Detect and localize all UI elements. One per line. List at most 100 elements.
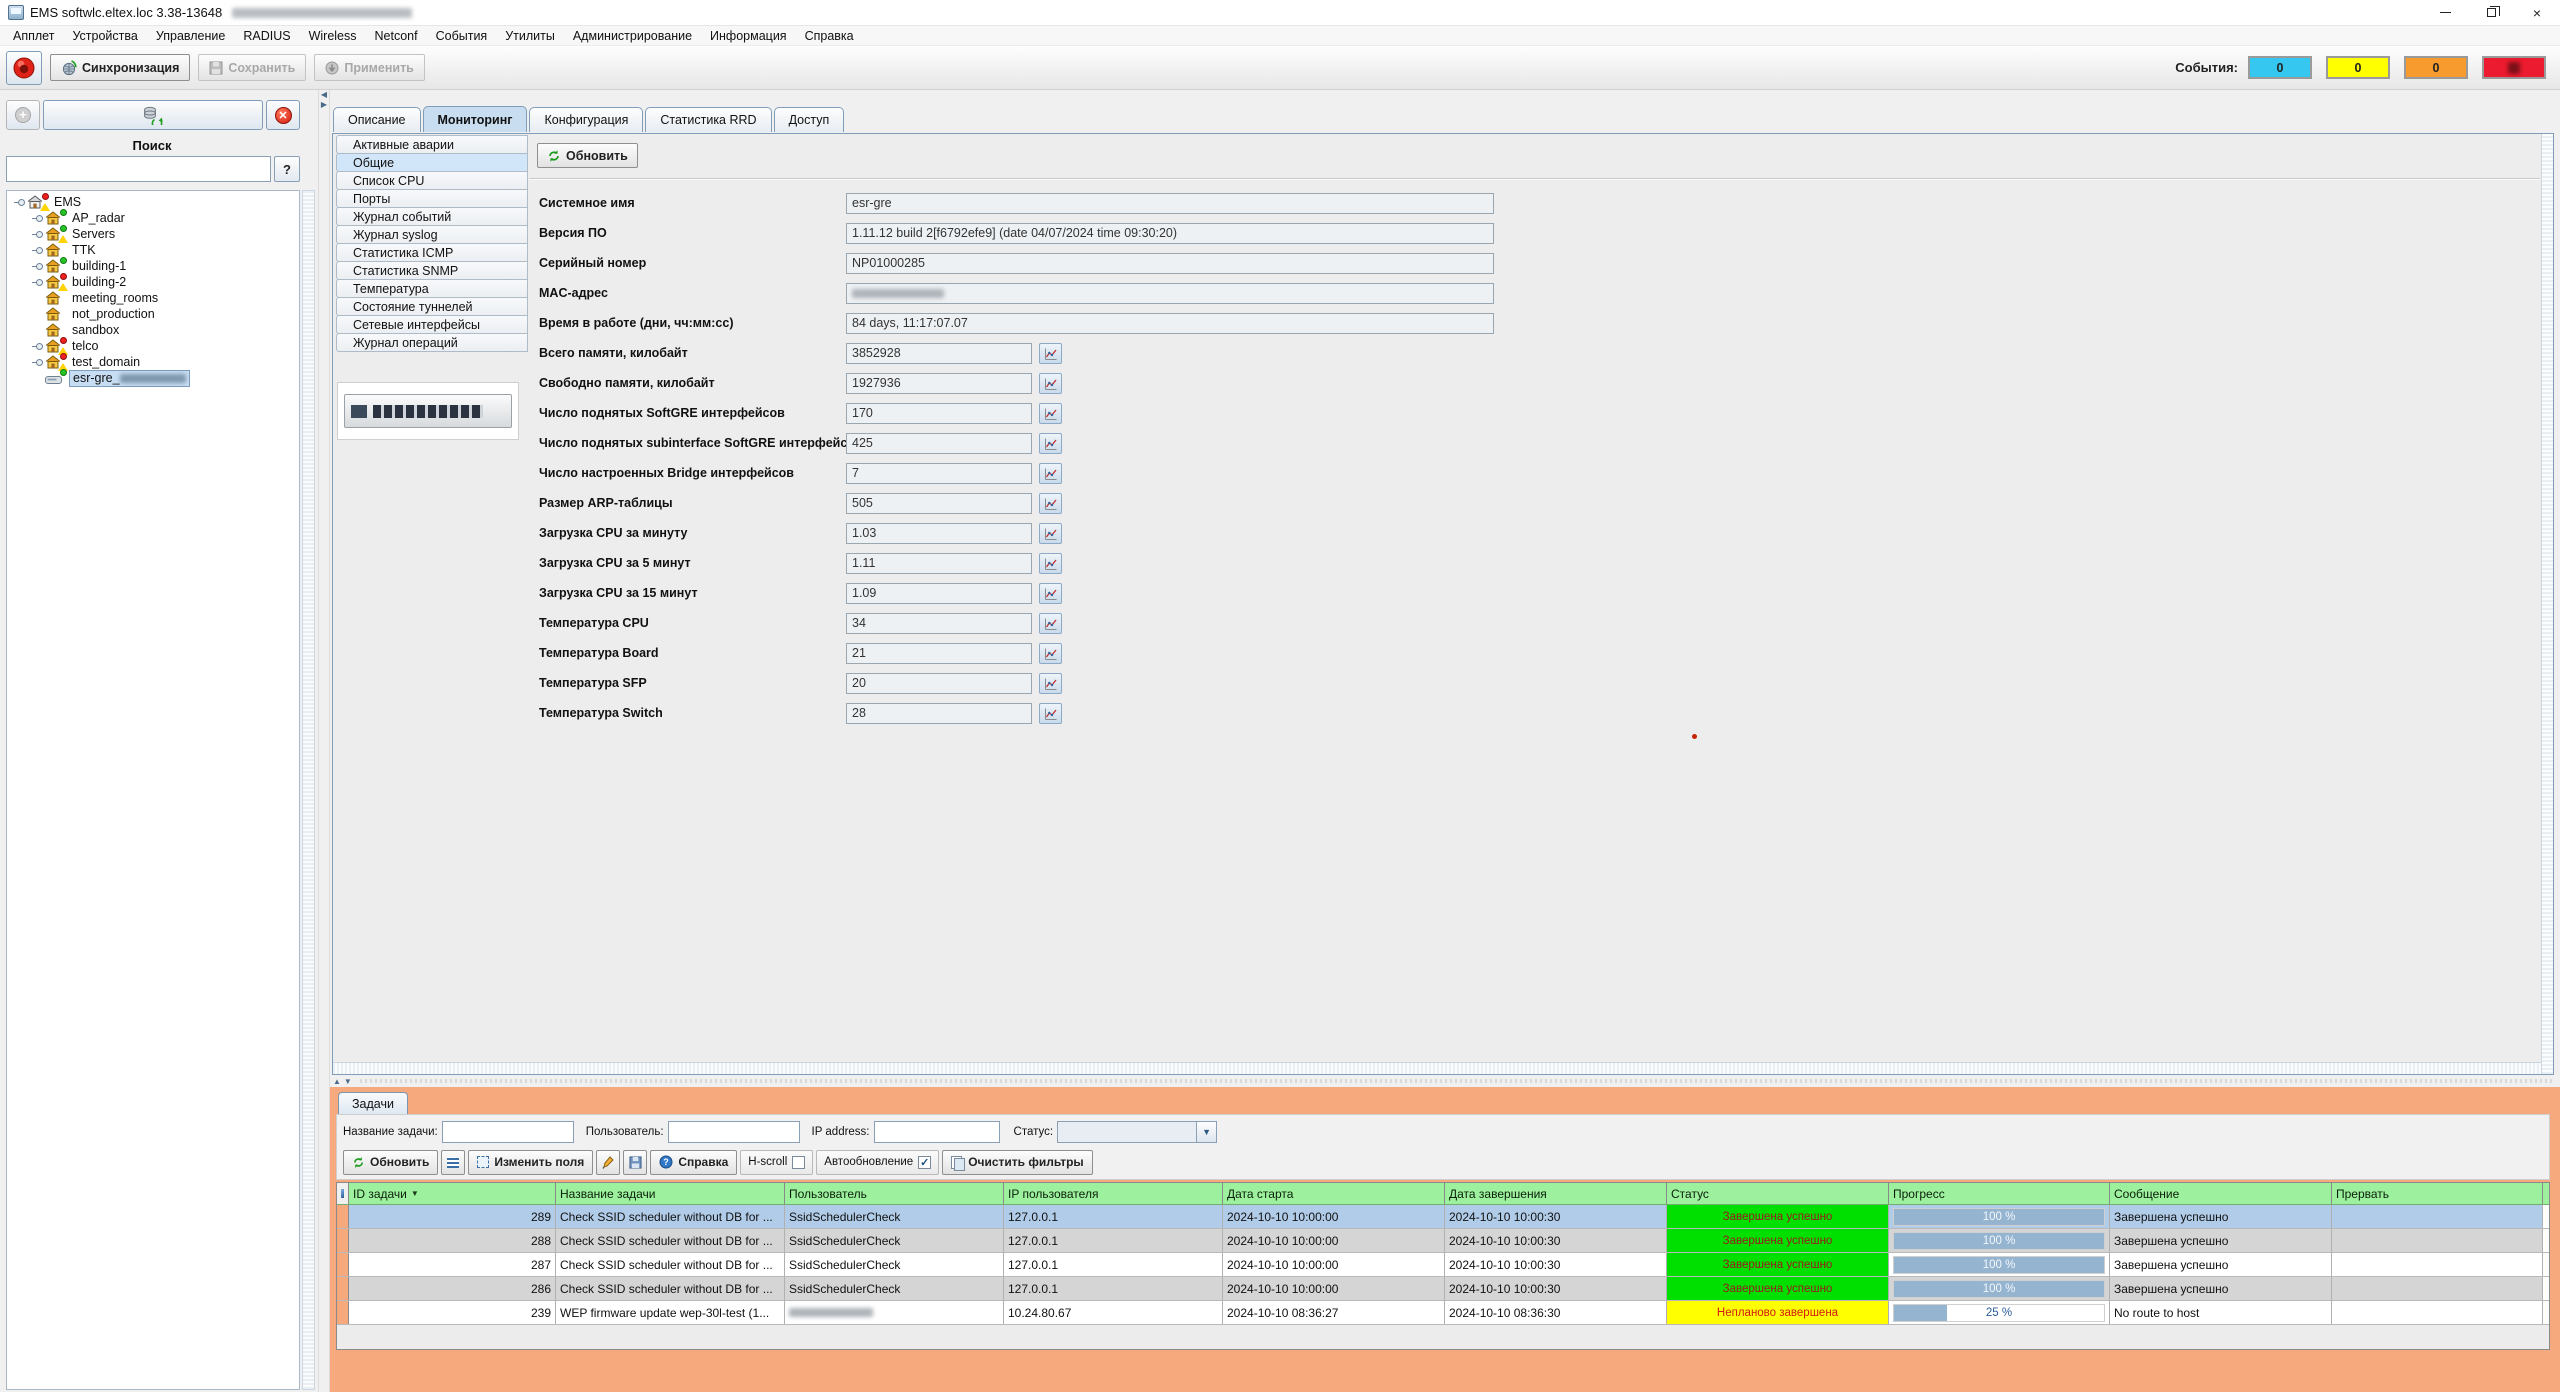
tree-expander[interactable] bbox=[29, 359, 43, 366]
minimize-button[interactable] bbox=[2422, 0, 2468, 25]
edit-fields-button[interactable]: Изменить поля bbox=[468, 1150, 593, 1175]
table-corner[interactable] bbox=[337, 1183, 349, 1204]
history-chart-button[interactable] bbox=[1039, 493, 1062, 514]
save-button[interactable]: Сохранить bbox=[198, 54, 306, 81]
tasks-refresh-button[interactable]: Обновить bbox=[343, 1150, 438, 1175]
close-button[interactable]: × bbox=[2514, 0, 2560, 25]
history-chart-button[interactable] bbox=[1039, 703, 1062, 724]
task-row-286[interactable]: 286 Check SSID scheduler without DB for … bbox=[337, 1277, 2549, 1301]
task-row-239[interactable]: 239 WEP firmware update wep-30l-test (1.… bbox=[337, 1301, 2549, 1325]
menu-item-4[interactable]: Wireless bbox=[300, 29, 366, 43]
history-chart-button[interactable] bbox=[1039, 403, 1062, 424]
field-value[interactable]: 20 bbox=[846, 673, 1032, 694]
search-input[interactable] bbox=[6, 156, 271, 182]
menu-item-8[interactable]: Администрирование bbox=[564, 29, 701, 43]
history-chart-button[interactable] bbox=[1039, 433, 1062, 454]
add-node-button[interactable]: + bbox=[6, 100, 40, 130]
history-chart-button[interactable] bbox=[1039, 673, 1062, 694]
db-sync-button[interactable] bbox=[43, 100, 263, 130]
field-value[interactable]: 1.09 bbox=[846, 583, 1032, 604]
history-chart-button[interactable] bbox=[1039, 373, 1062, 394]
collapse-down-icon[interactable]: ▼ bbox=[344, 1077, 352, 1086]
menu-item-0[interactable]: Апплет bbox=[4, 29, 63, 43]
cell-abort[interactable] bbox=[2332, 1205, 2543, 1228]
tab-2[interactable]: Конфигурация bbox=[529, 107, 643, 132]
tree-expander[interactable] bbox=[29, 279, 43, 286]
tree-item-8[interactable]: sandbox bbox=[7, 322, 299, 338]
monitor-menu-item-5[interactable]: Журнал syslog bbox=[336, 225, 528, 244]
column-header-7[interactable]: Прогресс bbox=[1889, 1183, 2110, 1204]
ip-input[interactable] bbox=[874, 1121, 1000, 1143]
column-header-4[interactable]: Дата старта bbox=[1223, 1183, 1445, 1204]
task-row-287[interactable]: 287 Check SSID scheduler without DB for … bbox=[337, 1253, 2549, 1277]
monitor-menu-item-10[interactable]: Сетевые интерфейсы bbox=[336, 315, 528, 334]
autorefresh-toggle[interactable]: Автообновление ✓ bbox=[816, 1150, 939, 1175]
panel-vertical-scrollbar[interactable] bbox=[2541, 134, 2553, 1074]
events-counter-warning[interactable]: 0 bbox=[2326, 56, 2390, 79]
menu-item-3[interactable]: RADIUS bbox=[234, 29, 299, 43]
field-value[interactable]: 7 bbox=[846, 463, 1032, 484]
tree-item-2[interactable]: Servers bbox=[7, 226, 299, 242]
column-list-button[interactable] bbox=[441, 1150, 465, 1175]
column-header-1[interactable]: Название задачи bbox=[556, 1183, 785, 1204]
history-chart-button[interactable] bbox=[1039, 613, 1062, 634]
field-value[interactable]: 28 bbox=[846, 703, 1032, 724]
cell-abort[interactable] bbox=[2332, 1301, 2543, 1324]
events-counter-minor[interactable]: 0 bbox=[2404, 56, 2468, 79]
refresh-button[interactable]: Обновить bbox=[537, 143, 638, 168]
column-header-6[interactable]: Статус bbox=[1667, 1183, 1889, 1204]
monitor-menu-item-6[interactable]: Статистика ICMP bbox=[336, 243, 528, 262]
tree-expander[interactable] bbox=[29, 247, 43, 254]
menu-item-10[interactable]: Справка bbox=[796, 29, 863, 43]
tree-expander[interactable] bbox=[29, 263, 43, 270]
tree-item-4[interactable]: building-1 bbox=[7, 258, 299, 274]
vertical-splitter[interactable]: ◀ ▶ bbox=[318, 90, 330, 1392]
menu-item-9[interactable]: Информация bbox=[701, 29, 796, 43]
field-value[interactable]: 425 bbox=[846, 433, 1032, 454]
autorefresh-checkbox[interactable]: ✓ bbox=[918, 1156, 931, 1169]
monitor-menu-item-8[interactable]: Температура bbox=[336, 279, 528, 298]
tab-0[interactable]: Описание bbox=[333, 107, 421, 132]
history-chart-button[interactable] bbox=[1039, 583, 1062, 604]
save-report-button[interactable] bbox=[623, 1150, 647, 1175]
field-value[interactable]: 1927936 bbox=[846, 373, 1032, 394]
tab-3[interactable]: Статистика RRD bbox=[645, 107, 771, 132]
clear-filters-button[interactable]: Очистить фильтры bbox=[942, 1150, 1092, 1175]
monitor-menu-item-2[interactable]: Список CPU bbox=[336, 171, 528, 190]
task-name-input[interactable] bbox=[442, 1121, 574, 1143]
hscroll-toggle[interactable]: H-scroll bbox=[740, 1150, 813, 1175]
field-value[interactable]: 21 bbox=[846, 643, 1032, 664]
monitor-menu-item-11[interactable]: Журнал операций bbox=[336, 333, 528, 352]
monitor-menu-item-3[interactable]: Порты bbox=[336, 189, 528, 208]
field-value[interactable]: 34 bbox=[846, 613, 1032, 634]
task-row-289[interactable]: 289 Check SSID scheduler without DB for … bbox=[337, 1205, 2549, 1229]
field-value[interactable]: NP01000285 bbox=[846, 253, 1494, 274]
field-value[interactable]: 1.03 bbox=[846, 523, 1032, 544]
task-row-288[interactable]: 288 Check SSID scheduler without DB for … bbox=[337, 1229, 2549, 1253]
menu-item-1[interactable]: Устройства bbox=[63, 29, 146, 43]
maximize-button[interactable] bbox=[2468, 0, 2514, 25]
history-chart-button[interactable] bbox=[1039, 553, 1062, 574]
field-value[interactable]: 3852928 bbox=[846, 343, 1032, 364]
field-value[interactable]: 1.11.12 build 2[f6792efe9] (date 04/07/2… bbox=[846, 223, 1494, 244]
alarm-sound-button[interactable] bbox=[6, 51, 42, 85]
column-header-9[interactable]: Прервать bbox=[2332, 1183, 2543, 1204]
column-header-8[interactable]: Сообщение bbox=[2110, 1183, 2332, 1204]
history-chart-button[interactable] bbox=[1039, 463, 1062, 484]
chevron-down-icon[interactable]: ▼ bbox=[1196, 1122, 1216, 1142]
monitor-menu-item-7[interactable]: Статистика SNMP bbox=[336, 261, 528, 280]
menu-item-7[interactable]: Утилиты bbox=[496, 29, 564, 43]
tree-item-7[interactable]: not_production bbox=[7, 306, 299, 322]
tree-item-9[interactable]: telco bbox=[7, 338, 299, 354]
tree-item-11[interactable]: esr-gre_ bbox=[7, 370, 299, 386]
tree-item-6[interactable]: meeting_rooms bbox=[7, 290, 299, 306]
tree-expander[interactable] bbox=[29, 231, 43, 238]
apply-button[interactable]: Применить bbox=[314, 54, 425, 81]
help-button[interactable]: ? Справка bbox=[650, 1150, 737, 1175]
hscroll-checkbox[interactable] bbox=[792, 1156, 805, 1169]
user-input[interactable] bbox=[668, 1121, 800, 1143]
tree-item-0[interactable]: EMS bbox=[7, 194, 299, 210]
menu-item-6[interactable]: События bbox=[427, 29, 497, 43]
tree-scrollbar[interactable] bbox=[302, 190, 315, 1390]
sync-button[interactable]: Синхронизация bbox=[50, 54, 190, 81]
